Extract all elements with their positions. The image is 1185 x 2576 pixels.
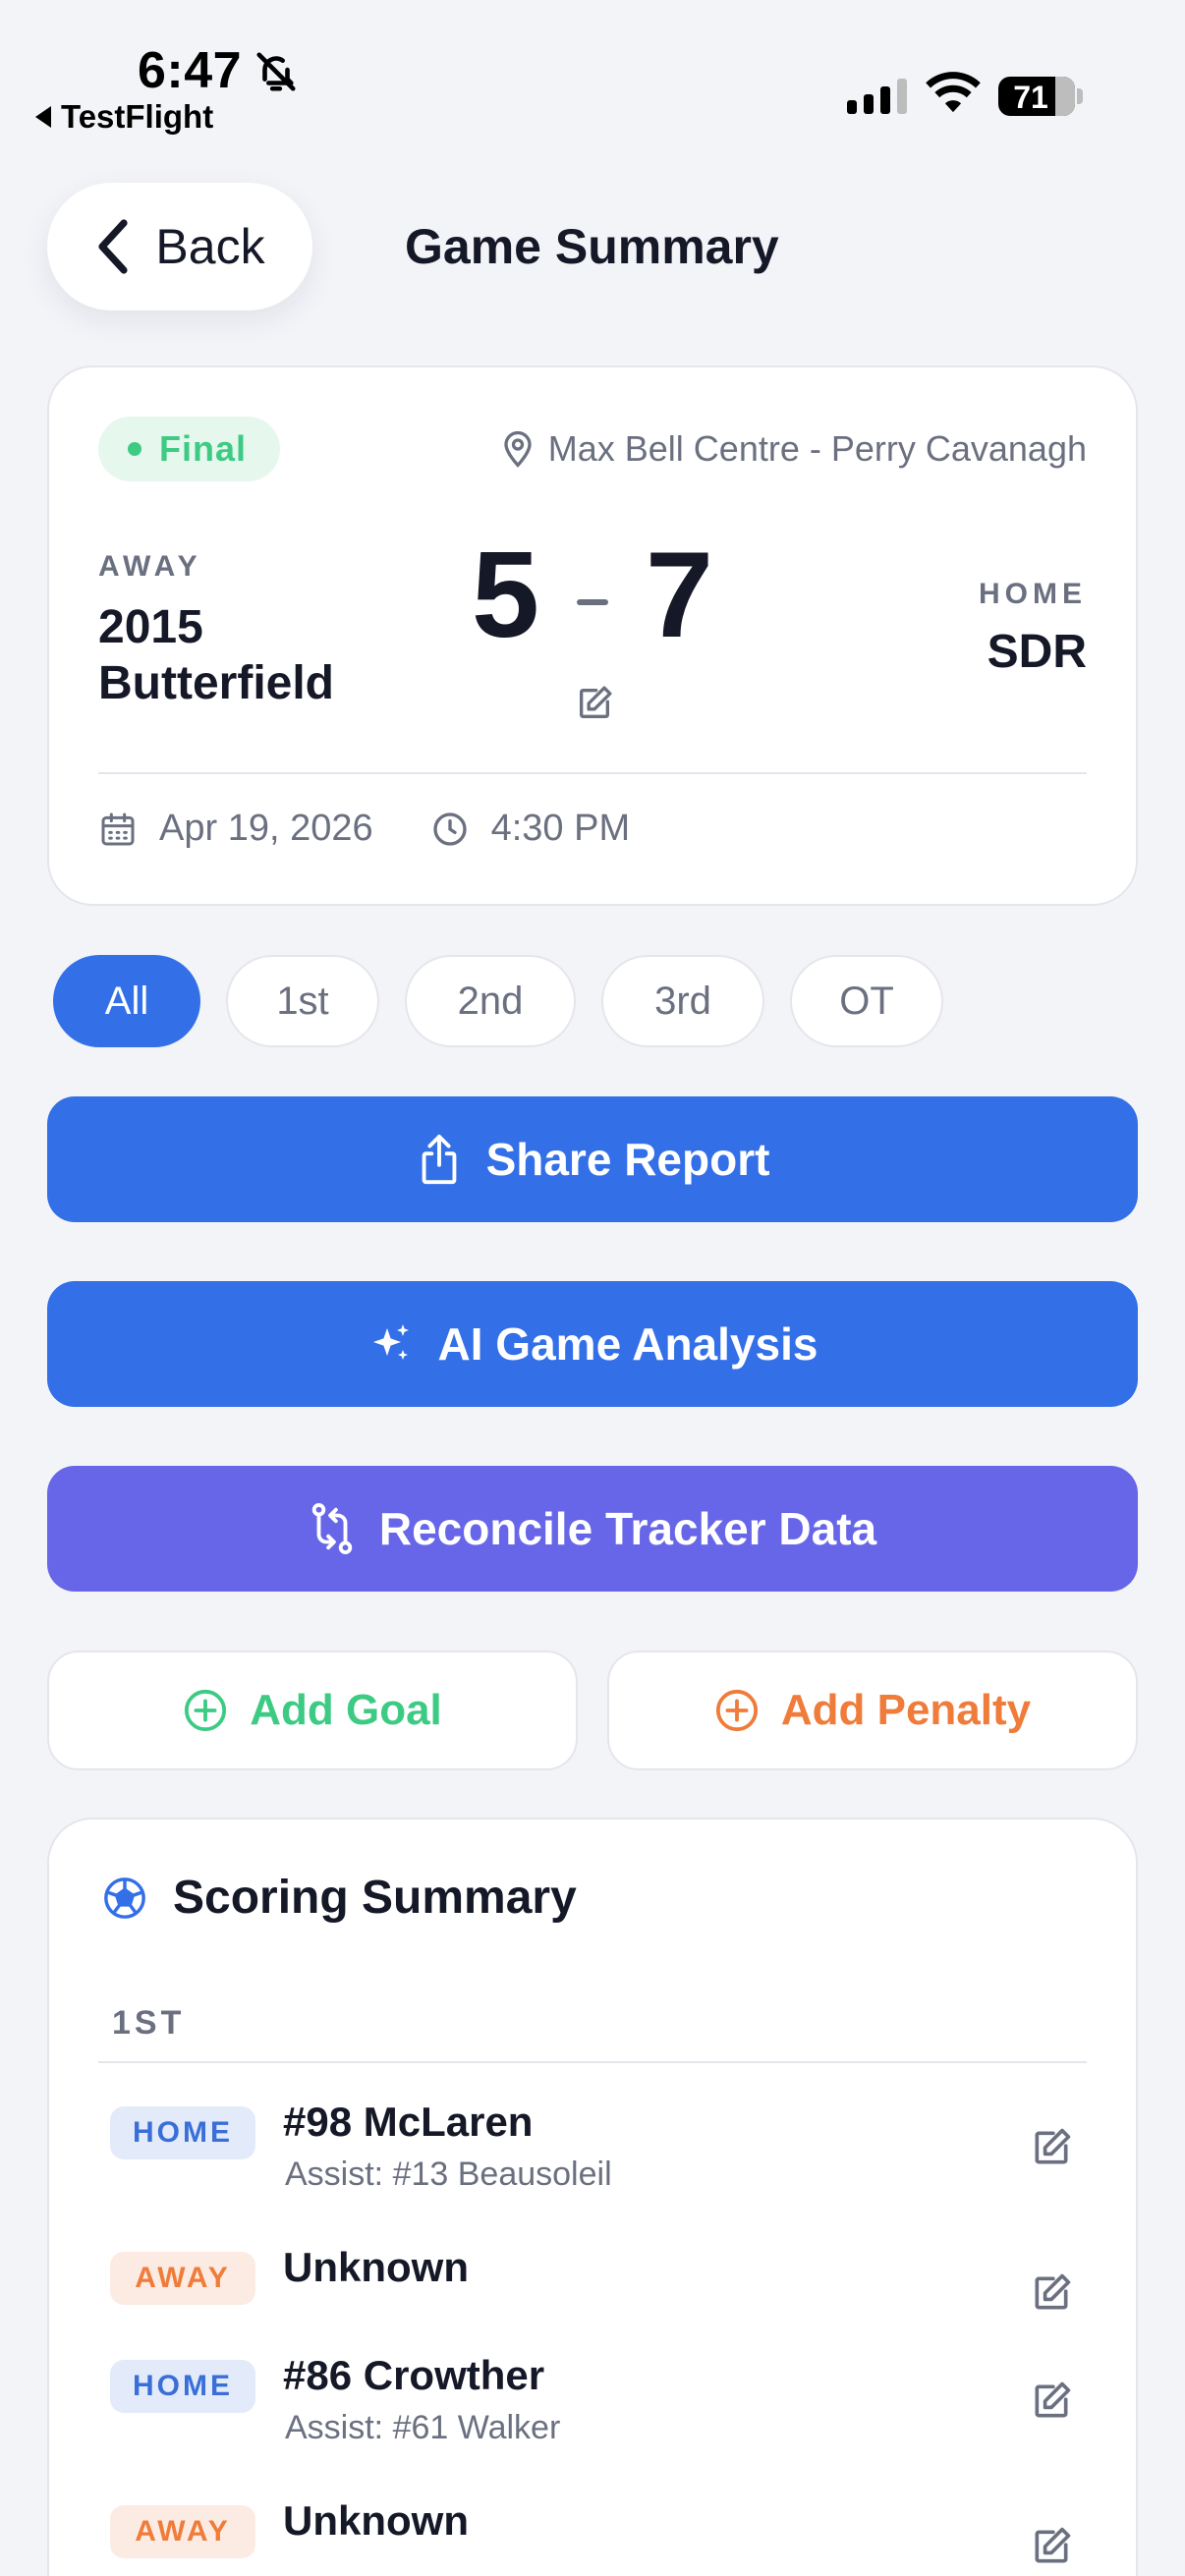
period-pill-ot[interactable]: OT — [790, 955, 943, 1047]
home-score: 7 — [646, 528, 713, 663]
goal-scorer: #98 McLaren — [283, 2099, 534, 2145]
goal-row[interactable]: AWAY Unknown — [110, 2488, 1087, 2576]
game-time-wrap: 4:30 PM — [430, 808, 631, 850]
goal-assist: Assist: #13 Beausoleil — [285, 2156, 612, 2193]
edit-goal-icon[interactable] — [1030, 2126, 1073, 2169]
back-to-testflight[interactable]: TestFlight — [35, 98, 213, 136]
period-pill-2nd[interactable]: 2nd — [405, 955, 576, 1047]
away-score: 5 — [472, 528, 539, 663]
reconcile-tracker-label: Reconcile Tracker Data — [378, 1503, 877, 1554]
battery-icon: 71 — [998, 77, 1075, 116]
back-triangle-icon — [35, 106, 51, 128]
reconcile-tracker-button[interactable]: Reconcile Tracker Data — [47, 1466, 1138, 1592]
add-goal-label: Add Goal — [250, 1686, 442, 1734]
share-report-label: Share Report — [485, 1134, 770, 1185]
share-report-button[interactable]: Share Report — [47, 1096, 1138, 1222]
battery-level: 71 — [1013, 80, 1048, 115]
score-display: 5 7 — [49, 534, 1136, 656]
period-pill-all[interactable]: All — [53, 955, 200, 1047]
back-button[interactable]: Back — [47, 183, 312, 310]
edit-goal-icon[interactable] — [1030, 2380, 1073, 2423]
add-penalty-button[interactable]: Add Penalty — [607, 1651, 1138, 1770]
game-date: Apr 19, 2026 — [159, 808, 373, 849]
add-goal-button[interactable]: Add Goal — [47, 1651, 578, 1770]
period-pill-3rd[interactable]: 3rd — [601, 955, 764, 1047]
home-label: HOME — [979, 578, 1087, 610]
chevron-left-icon — [98, 219, 129, 274]
scoring-summary-header: Scoring Summary — [102, 1871, 577, 1925]
game-datetime: Apr 19, 2026 4:30 PM — [98, 808, 630, 850]
reconcile-arrows-icon — [311, 1502, 353, 1555]
status-dot — [128, 442, 141, 456]
team-badge-away: AWAY — [110, 2505, 255, 2558]
game-score-card: Final Max Bell Centre - Perry Cavanagh A… — [47, 365, 1138, 906]
team-badge-away: AWAY — [110, 2252, 255, 2305]
back-button-label: Back — [155, 219, 265, 274]
goal-row[interactable]: HOME #98 McLaren Assist: #13 Beausoleil — [110, 2089, 1087, 2207]
ai-game-analysis-button[interactable]: AI Game Analysis — [47, 1281, 1138, 1407]
period-divider — [98, 2061, 1087, 2063]
period-filter: All 1st 2nd 3rd OT — [53, 955, 943, 1047]
period-heading: 1ST — [112, 2004, 186, 2042]
scoring-summary-title: Scoring Summary — [173, 1872, 577, 1924]
signal-icon — [847, 77, 907, 114]
venue-name: Max Bell Centre - Perry Cavanagh — [547, 428, 1087, 469]
status-label: Final — [159, 428, 248, 469]
calendar-icon — [101, 812, 135, 845]
add-penalty-label: Add Penalty — [780, 1686, 1032, 1734]
team-badge-home: HOME — [110, 2360, 255, 2413]
edit-goal-icon[interactable] — [1030, 2271, 1073, 2315]
clock-icon — [432, 812, 467, 846]
game-time: 4:30 PM — [490, 808, 631, 849]
ai-game-analysis-label: AI Game Analysis — [437, 1318, 818, 1370]
wifi-icon — [926, 72, 981, 113]
goal-scorer: Unknown — [283, 2497, 469, 2544]
hockey-puck-icon — [104, 1876, 145, 1919]
goal-scorer: Unknown — [283, 2244, 469, 2290]
plus-circle-icon — [185, 1689, 227, 1732]
edit-goal-icon[interactable] — [1030, 2525, 1073, 2568]
team-badge-home: HOME — [110, 2106, 255, 2159]
status-time: 6:47 — [138, 42, 243, 99]
home-team: HOME SDR — [979, 578, 1087, 679]
battery-tip — [1077, 88, 1083, 104]
home-team-name: SDR — [987, 626, 1087, 678]
status-badge: Final — [98, 417, 281, 481]
goal-scorer: #86 Crowther — [283, 2352, 545, 2398]
score-separator — [577, 599, 608, 605]
period-pill-1st[interactable]: 1st — [226, 955, 379, 1047]
card-divider — [98, 772, 1087, 774]
sparkles-icon — [372, 1324, 409, 1360]
edit-score-icon[interactable] — [575, 684, 614, 723]
goal-row[interactable]: AWAY Unknown — [110, 2234, 1087, 2332]
scoring-summary-card: Scoring Summary 1ST HOME #98 McLaren Ass… — [47, 1818, 1138, 2576]
plus-circle-icon — [715, 1689, 758, 1732]
status-bar: 6:47 TestFlight 71 — [0, 0, 1185, 147]
goal-row[interactable]: HOME #86 Crowther Assist: #61 Walker — [110, 2342, 1087, 2460]
venue: Max Bell Centre - Perry Cavanagh — [503, 428, 1087, 470]
page-title: Game Summary — [405, 219, 779, 274]
bell-slash-icon — [256, 52, 296, 91]
back-app-label: TestFlight — [61, 98, 214, 135]
share-icon — [422, 1134, 456, 1185]
goal-assist: Assist: #61 Walker — [285, 2409, 561, 2446]
location-pin-icon — [504, 430, 532, 468]
